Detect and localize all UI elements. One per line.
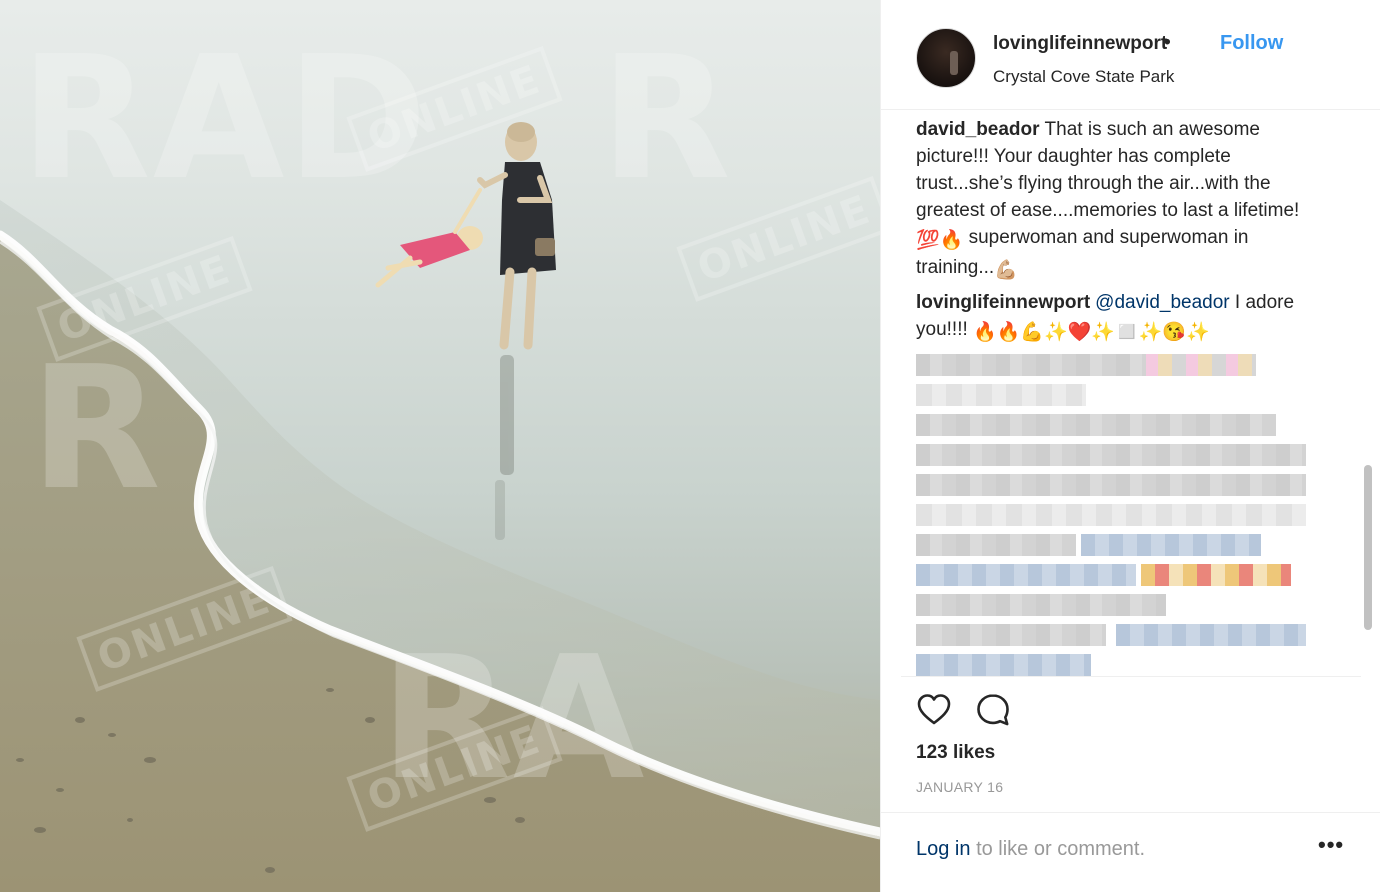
post-location[interactable]: Crystal Cove State Park bbox=[993, 67, 1174, 87]
blurred-comment-line bbox=[916, 594, 1326, 616]
comment-scrollbar-thumb[interactable] bbox=[1364, 465, 1372, 630]
more-options-icon[interactable]: ••• bbox=[1318, 832, 1344, 858]
blurred-comment-line bbox=[916, 474, 1326, 496]
post-side-panel: lovinglifeinnewport • Follow Crystal Cov… bbox=[880, 0, 1380, 892]
post-header: lovinglifeinnewport • Follow Crystal Cov… bbox=[881, 0, 1380, 110]
hundred-fire-emoji-icon: 💯🔥 bbox=[916, 230, 964, 251]
blurred-comment-line bbox=[916, 414, 1326, 436]
blurred-comment-line bbox=[916, 504, 1326, 526]
comment-author[interactable]: david_beador bbox=[916, 119, 1040, 140]
separator-dot: • bbox=[1164, 32, 1171, 53]
blurred-comment-line bbox=[916, 564, 1326, 586]
divider bbox=[881, 109, 1380, 110]
blurred-comment-line bbox=[916, 444, 1326, 466]
comment-author[interactable]: lovinglifeinnewport bbox=[916, 292, 1090, 313]
avatar[interactable] bbox=[916, 28, 976, 88]
follow-button[interactable]: Follow bbox=[1220, 32, 1283, 55]
divider bbox=[881, 812, 1380, 813]
blurred-comment-line bbox=[916, 624, 1326, 646]
post-photo[interactable]: RAD R R RA ONLINE ONLINE ONLINE ONLINE O… bbox=[0, 0, 880, 892]
comment-mention[interactable]: @david_beador bbox=[1095, 292, 1229, 313]
comment-item: david_beador That is such an awesome pict… bbox=[916, 116, 1326, 284]
divider bbox=[901, 676, 1361, 677]
emoji-sequence-icon: 🔥🔥💪✨❤️✨◻️✨😘✨ bbox=[973, 322, 1210, 343]
login-prompt-text: to like or comment. bbox=[976, 838, 1146, 860]
woman-figure bbox=[477, 122, 556, 350]
login-prompt: Log in to like or comment. bbox=[916, 838, 1145, 861]
comment-item: lovinglifeinnewport @david_beador I adore… bbox=[916, 289, 1326, 346]
likes-count[interactable]: 123 likes bbox=[916, 742, 995, 764]
beach-scene bbox=[0, 122, 880, 892]
comment-list[interactable]: david_beador That is such an awesome pict… bbox=[916, 116, 1326, 676]
comment-text: superwoman and superwoman in training... bbox=[916, 227, 1249, 278]
flexed-biceps-emoji-icon: 💪🏼 bbox=[994, 260, 1018, 281]
comment-bubble-icon[interactable] bbox=[975, 692, 1011, 728]
login-link[interactable]: Log in bbox=[916, 838, 971, 860]
blurred-comment-line bbox=[916, 654, 1326, 676]
child-figure bbox=[375, 188, 483, 288]
post-username[interactable]: lovinglifeinnewport bbox=[993, 33, 1167, 55]
blurred-comments bbox=[916, 354, 1326, 676]
post-date[interactable]: JANUARY 16 bbox=[916, 779, 1003, 795]
blurred-comment-line bbox=[916, 384, 1326, 406]
blurred-comment-line bbox=[916, 354, 1326, 376]
heart-outline-icon[interactable] bbox=[916, 692, 952, 728]
blurred-comment-line bbox=[916, 534, 1326, 556]
